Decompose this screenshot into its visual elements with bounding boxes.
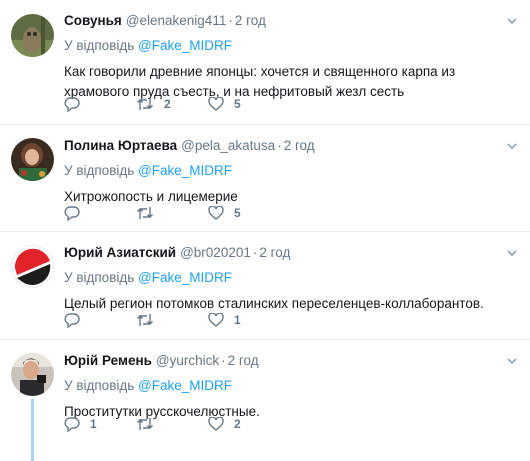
reply-count: 1: [90, 417, 97, 431]
reply-mention-link[interactable]: @Fake_MIDRF: [138, 270, 232, 285]
separator-dot: ·: [228, 13, 233, 28]
timestamp[interactable]: 2 год: [259, 245, 290, 260]
like-button[interactable]: 5: [208, 206, 280, 220]
tweet-content: Юрій Ремень @yurchick · 2 год У відповідь @…: [64, 350, 520, 422]
avatar[interactable]: [11, 353, 54, 396]
author-handle[interactable]: @br020201: [180, 245, 251, 260]
tweet-header: Совунья @elenakenig411 · 2 год: [64, 10, 520, 30]
chevron-down-icon[interactable]: [507, 16, 517, 26]
like-count: 5: [234, 206, 241, 220]
reply-icon: [64, 205, 80, 221]
avatar[interactable]: [11, 138, 54, 181]
retweet-button[interactable]: [136, 417, 208, 431]
author-name[interactable]: Юрий Азиатский: [64, 245, 176, 260]
tweet-actions: 1: [64, 310, 280, 330]
tweet[interactable]: Юрій Ремень @yurchick · 2 год У відповідь @…: [0, 340, 530, 461]
tweet-actions: 2 5: [64, 94, 280, 114]
tweet-header: Юрий Азиатский @br020201 · 2 год: [64, 242, 520, 262]
separator-dot: ·: [277, 138, 282, 153]
reply-icon: [64, 96, 80, 112]
reply-mention-link[interactable]: @Fake_MIDRF: [138, 38, 232, 53]
reply-mention-link[interactable]: @Fake_MIDRF: [138, 378, 232, 393]
author-name[interactable]: Совунья: [64, 13, 122, 28]
tweet-header: Полина Юртаева @pela_akatusa · 2 год: [64, 135, 520, 155]
retweet-button[interactable]: [136, 206, 208, 220]
reply-button[interactable]: [64, 96, 136, 112]
like-count: 5: [234, 97, 241, 111]
reply-button[interactable]: 1: [64, 416, 136, 432]
chevron-down-icon[interactable]: [507, 248, 517, 258]
like-button[interactable]: 2: [208, 417, 280, 431]
author-name[interactable]: Юрій Ремень: [64, 353, 152, 368]
chevron-down-icon[interactable]: [507, 356, 517, 366]
author-name[interactable]: Полина Юртаева: [64, 138, 177, 153]
reply-mention-link[interactable]: @Fake_MIDRF: [138, 163, 232, 178]
tweet-content: Полина Юртаева @pela_akatusa · 2 год У відп…: [64, 135, 520, 207]
avatar[interactable]: [11, 245, 54, 288]
like-button[interactable]: 5: [208, 97, 280, 111]
reply-context: У відповідь @Fake_MIDRF: [64, 269, 520, 287]
like-icon: [208, 206, 224, 220]
tweet[interactable]: Полина Юртаева @pela_akatusa · 2 год У відп…: [0, 125, 530, 232]
tweet[interactable]: Юрий Азиатский @br020201 · 2 год У відповід…: [0, 232, 530, 340]
timestamp[interactable]: 2 год: [235, 13, 266, 28]
author-handle[interactable]: @pela_akatusa: [181, 138, 275, 153]
reply-context: У відповідь @Fake_MIDRF: [64, 377, 520, 395]
like-count: 2: [234, 417, 241, 431]
reply-button[interactable]: [64, 205, 136, 221]
retweet-button[interactable]: 2: [136, 97, 208, 111]
separator-dot: ·: [221, 353, 226, 368]
thread-line: [31, 399, 34, 461]
reply-prefix: У відповідь: [64, 38, 135, 53]
reply-prefix: У відповідь: [64, 378, 135, 393]
timestamp[interactable]: 2 год: [284, 138, 315, 153]
tweet-content: Юрий Азиатский @br020201 · 2 год У відповід…: [64, 242, 520, 314]
like-button[interactable]: 1: [208, 313, 280, 327]
retweet-icon: [137, 418, 153, 430]
chevron-down-icon[interactable]: [507, 141, 517, 151]
like-icon: [208, 313, 224, 327]
tweet-actions: 5: [64, 203, 280, 223]
author-handle[interactable]: @elenakenig411: [126, 13, 227, 28]
reply-prefix: У відповідь: [64, 270, 135, 285]
retweet-icon: [137, 207, 153, 219]
reply-icon: [64, 416, 80, 432]
like-icon: [208, 97, 224, 111]
tweet-content: Совунья @elenakenig411 · 2 год У відповідь …: [64, 10, 520, 102]
timestamp[interactable]: 2 год: [228, 353, 259, 368]
separator-dot: ·: [252, 245, 258, 260]
tweet[interactable]: Совунья @elenakenig411 · 2 год У відповідь …: [0, 0, 530, 125]
avatar[interactable]: [11, 14, 54, 57]
reply-context: У відповідь @Fake_MIDRF: [64, 162, 520, 180]
retweet-icon: [137, 98, 153, 110]
retweet-button[interactable]: [136, 313, 208, 327]
tweet-actions: 1 2: [64, 414, 280, 434]
retweet-icon: [137, 314, 153, 326]
like-icon: [208, 417, 224, 431]
author-handle[interactable]: @yurchick: [156, 353, 219, 368]
tweet-header: Юрій Ремень @yurchick · 2 год: [64, 350, 520, 370]
reply-button[interactable]: [64, 312, 136, 328]
reply-prefix: У відповідь: [64, 163, 135, 178]
like-count: 1: [234, 313, 241, 327]
reply-icon: [64, 312, 80, 328]
retweet-count: 2: [164, 97, 171, 111]
reply-context: У відповідь @Fake_MIDRF: [64, 37, 520, 55]
